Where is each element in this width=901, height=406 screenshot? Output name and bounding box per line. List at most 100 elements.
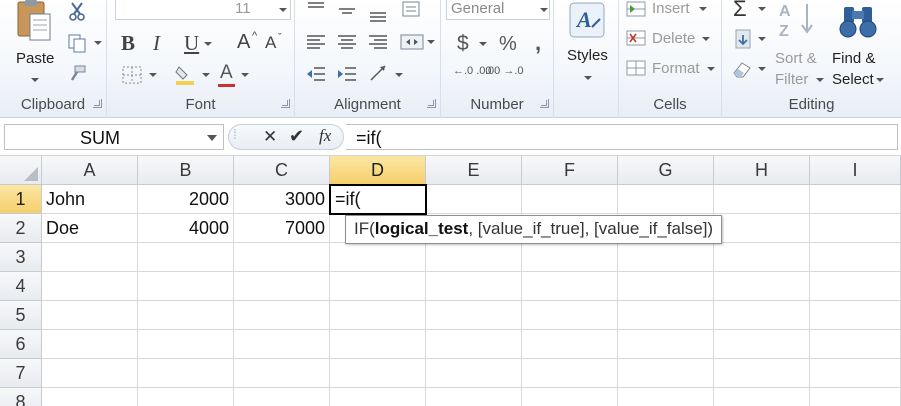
- row-header-4[interactable]: 4: [0, 272, 42, 301]
- underline-dropdown-icon[interactable]: [204, 42, 212, 46]
- empty-cell-a4[interactable]: [42, 272, 138, 301]
- borders-dropdown-icon[interactable]: [149, 73, 157, 77]
- find-select-line2[interactable]: Select: [832, 71, 874, 88]
- empty-cell-h7[interactable]: [714, 359, 810, 388]
- orientation-icon[interactable]: [399, 0, 423, 22]
- column-header-c[interactable]: C: [234, 156, 330, 185]
- number-launcher-icon[interactable]: [540, 99, 549, 108]
- column-header-g[interactable]: G: [618, 156, 714, 185]
- empty-cell-f3[interactable]: [522, 243, 618, 272]
- name-box-dropdown-icon[interactable]: [207, 135, 217, 141]
- empty-cell-f8[interactable]: [522, 388, 618, 406]
- function-tooltip[interactable]: IF(logical_test, [value_if_true], [value…: [345, 215, 723, 244]
- bold-button[interactable]: B: [121, 31, 135, 56]
- cancel-icon[interactable]: ✕: [263, 127, 277, 147]
- clear-icon[interactable]: [730, 58, 754, 80]
- cell-a2[interactable]: Doe: [42, 214, 138, 243]
- italic-button[interactable]: I: [153, 31, 160, 56]
- row-header-7[interactable]: 7: [0, 359, 42, 388]
- empty-cell-c8[interactable]: [234, 388, 330, 406]
- scissors-icon[interactable]: [66, 0, 88, 22]
- empty-cell-d4[interactable]: [330, 272, 426, 301]
- currency-dropdown-icon[interactable]: [479, 42, 487, 46]
- empty-cell-b3[interactable]: [138, 243, 234, 272]
- empty-cell-d3[interactable]: [330, 243, 426, 272]
- shrink-font-button[interactable]: A: [265, 33, 276, 53]
- name-box[interactable]: SUM: [4, 124, 224, 150]
- font-launcher-icon[interactable]: [281, 99, 290, 108]
- row-header-1[interactable]: 1: [0, 185, 42, 214]
- find-select-line1[interactable]: Find &: [832, 50, 875, 67]
- cell-c1[interactable]: 3000: [234, 185, 330, 214]
- empty-cell-e1[interactable]: [426, 185, 522, 214]
- number-format-dropdown-icon[interactable]: [540, 8, 548, 12]
- insert-function-icon[interactable]: fx: [319, 126, 331, 146]
- column-header-i[interactable]: I: [810, 156, 901, 185]
- sort-filter-line1[interactable]: Sort &: [775, 50, 817, 67]
- fill-dropdown-icon[interactable]: [758, 37, 766, 41]
- styles-button[interactable]: Styles: [567, 47, 608, 64]
- empty-cell-h2[interactable]: [714, 214, 810, 243]
- empty-cell-g6[interactable]: [618, 330, 714, 359]
- empty-cell-e6[interactable]: [426, 330, 522, 359]
- delete-dropdown-icon[interactable]: [702, 37, 710, 41]
- format-dropdown-icon[interactable]: [707, 67, 715, 71]
- empty-cell-i8[interactable]: [810, 388, 901, 406]
- sort-filter-icon[interactable]: A Z: [777, 0, 817, 42]
- empty-cell-b6[interactable]: [138, 330, 234, 359]
- empty-cell-f1[interactable]: [522, 185, 618, 214]
- empty-cell-d7[interactable]: [330, 359, 426, 388]
- empty-cell-f7[interactable]: [522, 359, 618, 388]
- comma-button[interactable]: ,: [535, 30, 541, 56]
- formula-input[interactable]: =if(: [346, 124, 898, 150]
- empty-cell-e5[interactable]: [426, 301, 522, 330]
- decrease-indent-icon[interactable]: [305, 64, 327, 84]
- column-header-f[interactable]: F: [522, 156, 618, 185]
- empty-cell-h6[interactable]: [714, 330, 810, 359]
- empty-cell-a5[interactable]: [42, 301, 138, 330]
- paste-icon[interactable]: [14, 0, 54, 44]
- empty-cell-d8[interactable]: [330, 388, 426, 406]
- cell-b1[interactable]: 2000: [138, 185, 234, 214]
- empty-cell-i2[interactable]: [810, 214, 901, 243]
- empty-cell-h3[interactable]: [714, 243, 810, 272]
- column-header-a[interactable]: A: [42, 156, 138, 185]
- merge-center-icon[interactable]: [399, 32, 425, 52]
- underline-button[interactable]: U: [184, 31, 199, 56]
- empty-cell-e3[interactable]: [426, 243, 522, 272]
- column-header-b[interactable]: B: [138, 156, 234, 185]
- paste-dropdown-icon[interactable]: [31, 78, 39, 82]
- paste-button[interactable]: Paste: [16, 50, 54, 67]
- empty-cell-h1[interactable]: [714, 185, 810, 214]
- empty-cell-i7[interactable]: [810, 359, 901, 388]
- empty-cell-f6[interactable]: [522, 330, 618, 359]
- delete-icon[interactable]: [625, 29, 647, 47]
- row-header-2[interactable]: 2: [0, 214, 42, 243]
- copy-icon[interactable]: [66, 32, 88, 54]
- empty-cell-c6[interactable]: [234, 330, 330, 359]
- empty-cell-g4[interactable]: [618, 272, 714, 301]
- percent-button[interactable]: %: [499, 33, 517, 56]
- align-left-icon[interactable]: [305, 32, 327, 52]
- empty-cell-i4[interactable]: [810, 272, 901, 301]
- cell-c2[interactable]: 7000: [234, 214, 330, 243]
- empty-cell-c3[interactable]: [234, 243, 330, 272]
- select-all-corner[interactable]: [0, 156, 42, 185]
- format-button[interactable]: Format: [652, 60, 700, 77]
- grow-font-button[interactable]: A: [237, 31, 250, 54]
- empty-cell-e8[interactable]: [426, 388, 522, 406]
- insert-dropdown-icon[interactable]: [699, 7, 707, 11]
- align-top-icon[interactable]: [305, 0, 327, 14]
- styles-dropdown-icon[interactable]: [584, 76, 592, 80]
- number-format-combo[interactable]: General: [446, 0, 550, 20]
- column-header-d[interactable]: D: [330, 156, 426, 185]
- empty-cell-b8[interactable]: [138, 388, 234, 406]
- empty-cell-e7[interactable]: [426, 359, 522, 388]
- sort-filter-dropdown-icon[interactable]: [816, 78, 824, 82]
- cell-d1[interactable]: =if(: [329, 184, 427, 215]
- borders-icon[interactable]: [121, 65, 143, 85]
- cell-a1[interactable]: John: [42, 185, 138, 214]
- empty-cell-g8[interactable]: [618, 388, 714, 406]
- autosum-dropdown-icon[interactable]: [758, 7, 766, 11]
- autosum-button[interactable]: Σ: [733, 0, 747, 22]
